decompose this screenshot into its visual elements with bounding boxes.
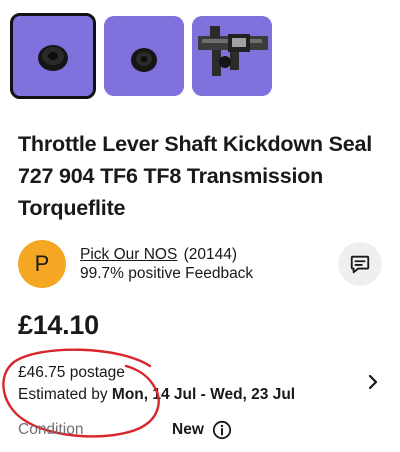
seller-name-link[interactable]: Pick Our NOS <box>80 246 177 263</box>
delivery-estimate: Estimated by Mon, 14 Jul - Wed, 23 Jul <box>18 384 295 406</box>
item-price: £14.10 <box>18 310 99 340</box>
thumbnail-1[interactable] <box>10 13 96 99</box>
condition-value: New <box>172 421 204 438</box>
postage-section[interactable]: £46.75 postage Estimated by Mon, 14 Jul … <box>18 362 295 406</box>
message-icon <box>350 255 370 274</box>
seal-image <box>38 45 68 71</box>
chevron-right-icon[interactable] <box>364 372 382 392</box>
info-icon[interactable] <box>212 420 232 440</box>
delivery-estimate-prefix: Estimated by <box>18 386 108 403</box>
delivery-estimate-dates: Mon, 14 Jul - Wed, 23 Jul <box>111 386 296 403</box>
seller-avatar[interactable]: P <box>18 240 66 288</box>
seal-image <box>131 48 157 72</box>
listing-page: Throttle Lever Shaft Kickdown Seal 727 9… <box>0 0 400 452</box>
avatar-letter: P <box>34 251 50 276</box>
thumbnail-3[interactable] <box>192 16 272 96</box>
contact-seller-button[interactable] <box>338 242 382 286</box>
caliper-image <box>198 26 268 76</box>
seller-feedback-count: (20144) <box>183 246 238 263</box>
listing-title: Throttle Lever Shaft Kickdown Seal 727 9… <box>18 132 372 220</box>
seller-info: Pick Our NOS (20144) 99.7% positive Feed… <box>80 245 253 283</box>
thumbnail-2[interactable] <box>104 16 184 96</box>
image-thumbnails <box>10 13 272 99</box>
seller-feedback-percent: 99.7% positive Feedback <box>80 265 254 282</box>
postage-cost: £46.75 postage <box>18 364 125 381</box>
condition-label: Condition <box>18 421 84 438</box>
